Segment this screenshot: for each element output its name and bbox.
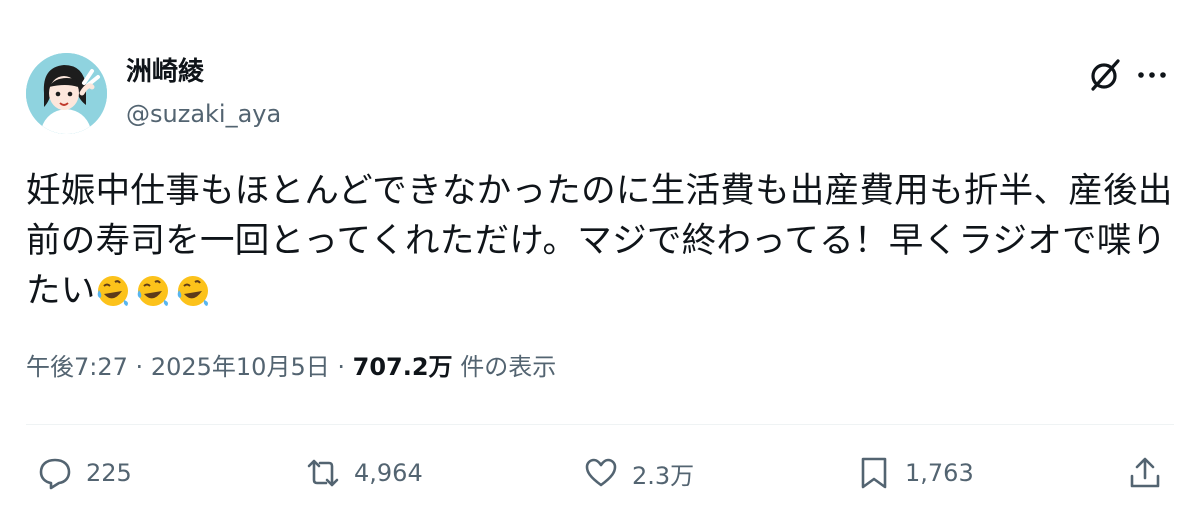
display-name[interactable]: 洲崎綾 bbox=[126, 56, 204, 88]
bookmark-button[interactable]: 1,763 bbox=[857, 455, 974, 491]
rolling-on-floor-laughing-icon bbox=[177, 276, 208, 306]
reply-button[interactable]: 225 bbox=[38, 455, 132, 491]
more-options-icon[interactable] bbox=[1136, 62, 1168, 88]
avatar[interactable] bbox=[26, 53, 107, 134]
reply-count: 225 bbox=[86, 459, 132, 487]
repost-icon bbox=[307, 459, 339, 487]
tweet-date[interactable]: 2025年10月5日 bbox=[151, 353, 330, 381]
like-button[interactable]: 2.3万 bbox=[584, 455, 694, 491]
separator: · bbox=[135, 353, 144, 381]
bookmark-icon bbox=[861, 457, 887, 489]
share-button[interactable] bbox=[1128, 455, 1162, 491]
tweet-text: 妊娠中仕事もほとんどできなかったのに生活費も出産費用も折半、産後出 前の寿司を一… bbox=[26, 166, 1176, 316]
divider bbox=[26, 424, 1174, 425]
share-icon bbox=[1130, 457, 1160, 488]
view-label: 件の表示 bbox=[460, 353, 557, 381]
tweet-line: 妊娠中仕事もほとんどできなかったのに生活費も出産費用も折半、産後出 bbox=[26, 171, 1173, 211]
tweet-meta: 午後7:27 · 2025年10月5日 · 707.2万 件の表示 bbox=[26, 351, 556, 383]
rolling-on-floor-laughing-icon bbox=[97, 276, 128, 306]
like-count: 2.3万 bbox=[632, 461, 695, 490]
tweet-line: 前の寿司を一回とってくれただけ。マジで終わってる！早くラジオで喋り bbox=[26, 221, 1167, 261]
grok-icon[interactable] bbox=[1087, 57, 1123, 93]
avatar-illustration bbox=[26, 53, 107, 134]
heart-icon bbox=[585, 458, 617, 487]
reply-icon bbox=[39, 458, 71, 490]
repost-button[interactable]: 4,964 bbox=[306, 455, 423, 491]
tweet-line-text: たい bbox=[26, 271, 96, 311]
tweet-line-last: たい bbox=[26, 266, 1176, 316]
view-count[interactable]: 707.2万 bbox=[353, 353, 453, 381]
bookmark-count: 1,763 bbox=[905, 459, 974, 487]
tweet-time[interactable]: 午後7:27 bbox=[26, 353, 128, 381]
separator: · bbox=[337, 353, 345, 381]
rolling-on-floor-laughing-icon bbox=[137, 276, 168, 306]
user-handle[interactable]: @suzaki_aya bbox=[126, 98, 281, 130]
repost-count: 4,964 bbox=[354, 459, 423, 487]
